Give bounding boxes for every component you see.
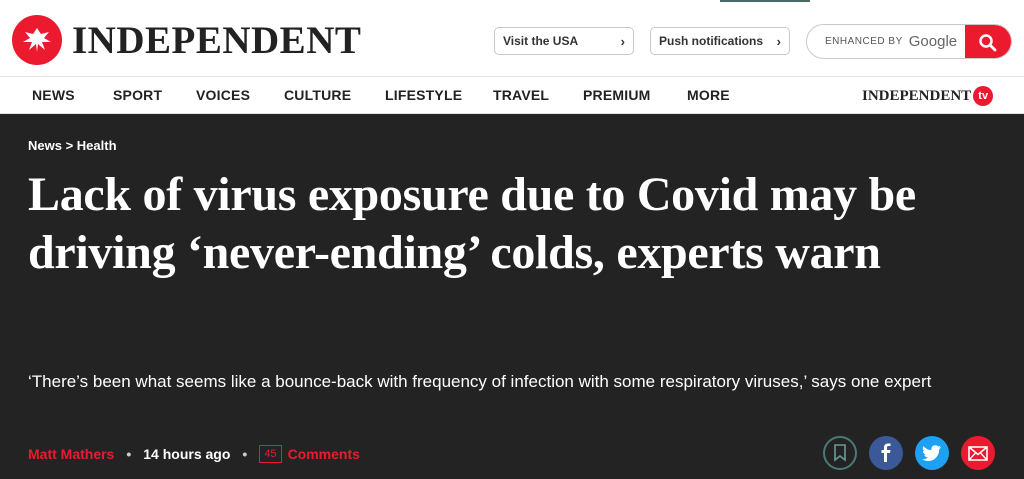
tv-badge: tv — [973, 86, 994, 106]
site-header: INDEPENDENT Visit the USA › Push notific… — [0, 0, 1024, 77]
bookmark-icon — [834, 444, 846, 462]
facebook-share-button[interactable] — [869, 436, 903, 470]
nav-item-news[interactable]: NEWS — [32, 87, 75, 103]
nav-item-lifestyle[interactable]: LIFESTYLE — [385, 87, 462, 103]
search-button[interactable] — [965, 25, 1011, 58]
search-icon — [979, 33, 997, 51]
push-notifications-label: Push notifications — [659, 34, 764, 48]
chevron-right-icon: › — [776, 33, 781, 49]
nav-item-premium[interactable]: PREMIUM — [583, 87, 651, 103]
search-input[interactable]: ENHANCED BY Google — [806, 24, 1012, 59]
twitter-share-button[interactable] — [915, 436, 949, 470]
nav-item-more[interactable]: MORE — [687, 87, 730, 103]
separator-dot: • — [242, 446, 248, 462]
bookmark-button[interactable] — [823, 436, 857, 470]
visit-usa-label: Visit the USA — [503, 34, 579, 48]
article-standfirst: ‘There’s been what seems like a bounce-b… — [28, 372, 932, 391]
article-headline: Lack of virus exposure due to Covid may … — [28, 168, 916, 279]
nav-item-voices[interactable]: VOICES — [196, 87, 250, 103]
byline: Matt Mathers • 14 hours ago • 45 Comment… — [28, 444, 360, 464]
author-link[interactable]: Matt Mathers — [28, 446, 114, 462]
email-icon — [968, 445, 988, 461]
comments-link[interactable]: Comments — [288, 446, 360, 462]
search-enhanced-label: ENHANCED BY — [825, 36, 903, 47]
independent-tv-text: INDEPENDENT — [862, 87, 972, 104]
top-accent-line — [720, 0, 810, 2]
site-logo[interactable]: INDEPENDENT — [72, 18, 361, 63]
push-notifications-button[interactable]: Push notifications › — [650, 27, 790, 55]
facebook-icon — [881, 443, 891, 462]
breadcrumb[interactable]: News > Health — [28, 138, 117, 153]
email-share-button[interactable] — [961, 436, 995, 470]
eagle-logo-icon[interactable] — [12, 15, 62, 65]
separator-dot: • — [126, 446, 132, 462]
twitter-icon — [922, 445, 941, 461]
publish-time: 14 hours ago — [143, 446, 231, 462]
chevron-right-icon: › — [620, 33, 625, 49]
independent-tv-link[interactable]: INDEPENDENT tv — [862, 86, 994, 106]
comment-count-badge[interactable]: 45 — [259, 445, 282, 463]
search-google-label: Google — [908, 33, 958, 50]
nav-item-travel[interactable]: TRAVEL — [493, 87, 549, 103]
nav-item-culture[interactable]: CULTURE — [284, 87, 351, 103]
nav-item-sport[interactable]: SPORT — [113, 87, 162, 103]
visit-usa-button[interactable]: Visit the USA › — [494, 27, 634, 55]
